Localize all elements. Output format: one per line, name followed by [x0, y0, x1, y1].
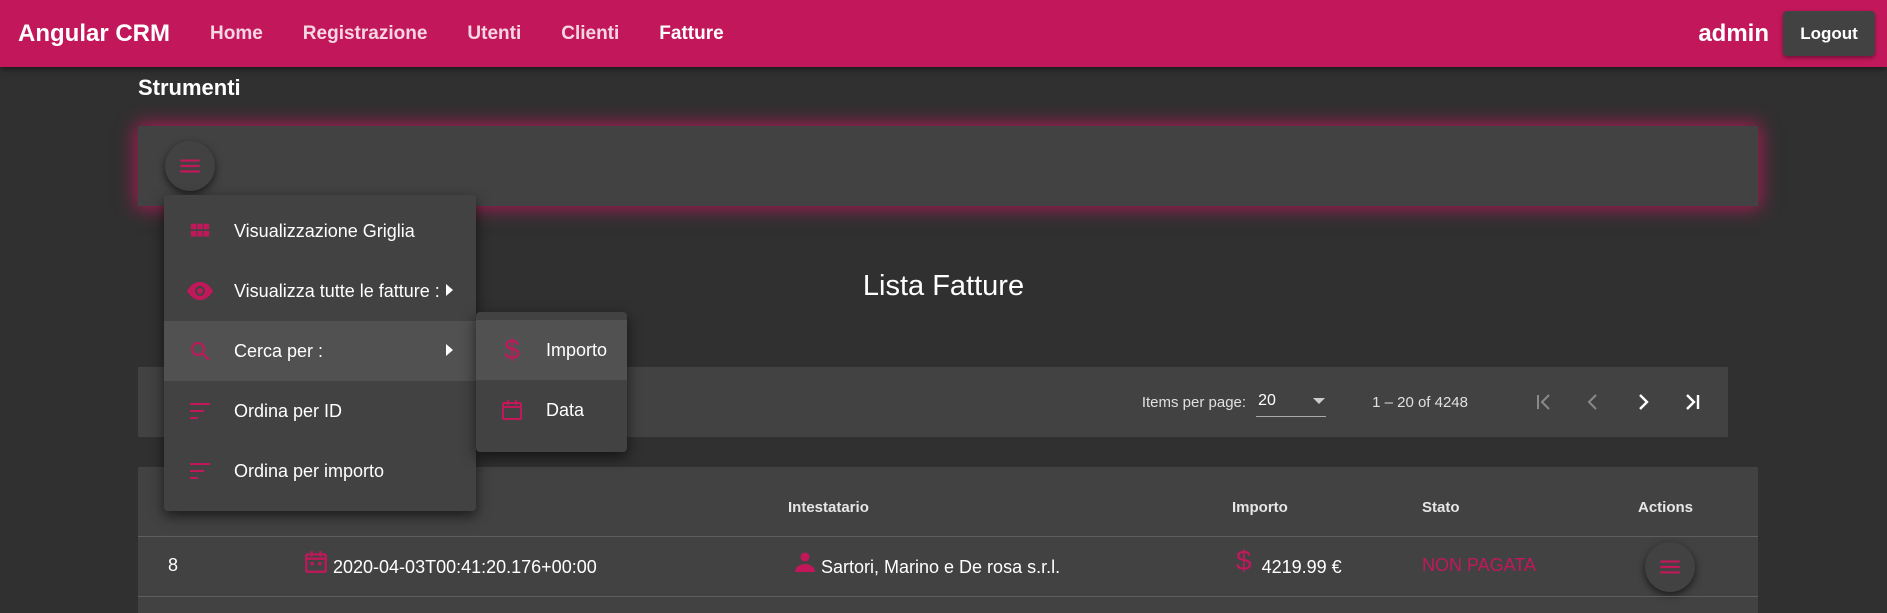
caret-right-icon [446, 344, 453, 356]
next-page-button[interactable] [1618, 377, 1668, 427]
submenu-item-importo[interactable]: $ Importo [476, 320, 627, 380]
search-icon [186, 337, 214, 365]
nav-utenti[interactable]: Utenti [467, 23, 521, 45]
username: admin [1698, 19, 1769, 47]
menu-item-label: Ordina per ID [234, 400, 343, 421]
menu-item-sort-id[interactable]: Ordina per ID [164, 381, 476, 441]
first-page-icon [1537, 394, 1550, 410]
last-page-icon [1686, 394, 1700, 410]
app-title[interactable]: Angular CRM [18, 20, 170, 48]
grid-icon [186, 217, 214, 245]
menu-item-label: Cerca per : [234, 340, 324, 361]
submenu-item-data[interactable]: Data [476, 380, 627, 440]
submenu-item-label: Data [546, 399, 585, 420]
nav-fatture[interactable]: Fatture [659, 23, 723, 45]
search-by-submenu: $ Importo Data [476, 312, 627, 452]
sort-icon [186, 397, 214, 425]
menu-item-label: Ordina per importo [234, 460, 385, 481]
sort-icon [186, 457, 214, 485]
chevron-left-icon [1587, 394, 1597, 410]
dollar-icon: $ [504, 334, 520, 365]
header-importo[interactable]: Importo [1232, 499, 1288, 516]
logout-button[interactable]: Logout [1783, 11, 1875, 56]
eye-icon [186, 277, 214, 305]
nav-clienti[interactable]: Clienti [561, 23, 619, 45]
row-date: 2020-04-03T00:41:20.176+00:00 [333, 557, 597, 577]
row-holder: Sartori, Marino e De rosa s.r.l. [821, 557, 1061, 577]
tools-dropdown-menu: Visualizzazione Griglia Visualizza tutte… [164, 195, 476, 511]
menu-item-label: Visualizza tutte le fatture : [234, 280, 440, 301]
nav-registrazione[interactable]: Registrazione [303, 23, 428, 45]
menu-item-search-by[interactable]: Cerca per : [164, 321, 476, 381]
row-actions-button[interactable] [1645, 542, 1695, 592]
dropdown-arrow-icon [1313, 397, 1326, 404]
row-amount-cell: $ 4219.99 € [1236, 545, 1342, 578]
row-holder-cell: Sartori, Marino e De rosa s.r.l. [793, 551, 1060, 578]
header-actions: Actions [1638, 499, 1694, 516]
person-icon [795, 552, 815, 572]
menu-icon [180, 159, 200, 173]
items-per-page-value: 20 [1258, 391, 1276, 409]
row-id: 8 [168, 555, 179, 575]
top-navbar: Angular CRM Home Registrazione Utenti Cl… [0, 0, 1887, 67]
menu-item-view-all[interactable]: Visualizza tutte le fatture : [164, 261, 476, 321]
caret-right-icon [446, 284, 453, 296]
row-divider [138, 596, 1758, 597]
menu-icon [1660, 560, 1680, 574]
items-per-page-select[interactable]: 20 [1256, 388, 1327, 417]
items-per-page-label: Items per page: [1141, 393, 1247, 411]
last-page-button[interactable] [1668, 377, 1718, 427]
row-status: NON PAGATA [1422, 555, 1537, 575]
row-amount: 4219.99 € [1261, 557, 1342, 577]
header-intestatario[interactable]: Intestatario [788, 499, 869, 516]
tools-panel [138, 126, 1758, 206]
calendar-icon [305, 550, 327, 573]
menu-item-grid-view[interactable]: Visualizzazione Griglia [164, 201, 476, 261]
tools-menu-button[interactable] [165, 141, 215, 191]
page-range-label: 1 – 20 of 4248 [1372, 393, 1468, 411]
header-divider [138, 536, 1758, 537]
nav-home[interactable]: Home [210, 23, 263, 45]
submenu-item-label: Importo [546, 339, 608, 360]
header-stato[interactable]: Stato [1422, 499, 1460, 516]
previous-page-button[interactable] [1568, 377, 1618, 427]
first-page-button[interactable] [1518, 377, 1568, 427]
dollar-icon: $ [1236, 544, 1252, 576]
menu-item-sort-amount[interactable]: Ordina per importo [164, 441, 476, 501]
tools-title: Strumenti [138, 75, 241, 100]
chevron-right-icon [1639, 394, 1649, 410]
menu-item-label: Visualizzazione Griglia [234, 220, 415, 241]
calendar-icon [498, 396, 526, 424]
row-date-cell: 2020-04-03T00:41:20.176+00:00 [303, 550, 597, 578]
